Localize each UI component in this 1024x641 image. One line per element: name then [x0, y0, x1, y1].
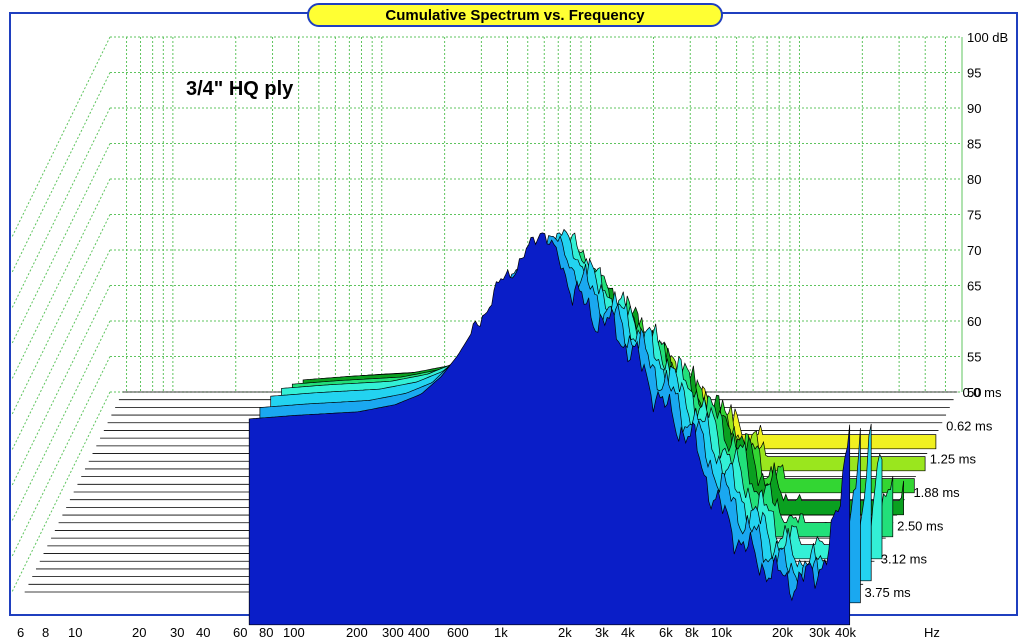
x-tick-label: 600: [447, 625, 469, 640]
y-tick-label: 65: [967, 279, 981, 294]
y-tick-label: 90: [967, 101, 981, 116]
chart-title-badge: Cumulative Spectrum vs. Frequency: [307, 3, 723, 27]
y-tick-label: 75: [967, 208, 981, 223]
time-tick-label: 0.0 ms: [962, 385, 1002, 400]
x-tick-label: 6k: [659, 625, 673, 640]
x-tick-label: 8: [42, 625, 49, 640]
x-tick-label: 20: [132, 625, 146, 640]
time-tick-label: 3.12 ms: [881, 552, 928, 567]
spectrum-slices: [248, 228, 937, 626]
x-tick-label: 80: [259, 625, 273, 640]
y-tick-label: 85: [967, 137, 981, 152]
x-tick-label: 60: [233, 625, 247, 640]
chart-window: 100 dB 95 90 85 80 75 70 65 60 55 50 0.0 ms 0.62 ms 1…: [0, 0, 1024, 641]
x-tick-label: 30: [170, 625, 184, 640]
time-tick-label: 0.62 ms: [946, 418, 993, 433]
x-tick-label: 8k: [685, 625, 699, 640]
time-tick-label: 1.88 ms: [913, 485, 960, 500]
x-tick-label: 10: [68, 625, 82, 640]
y-tick-label: 100 dB: [967, 30, 1008, 45]
y-tick-label: 80: [967, 172, 981, 187]
time-tick-label: 1.25 ms: [930, 452, 977, 467]
x-tick-label: 400: [408, 625, 430, 640]
time-tick-label: 3.75 ms: [864, 585, 911, 600]
x-tick-label: 30k: [809, 625, 830, 640]
x-tick-label: 100: [283, 625, 305, 640]
x-tick-label: 1k: [494, 625, 508, 640]
x-tick-label: 200: [346, 625, 368, 640]
time-tick-label: 2.50 ms: [897, 518, 944, 533]
x-tick-label: 20k: [772, 625, 793, 640]
x-tick-label: 4k: [621, 625, 635, 640]
x-tick-label: 3k: [595, 625, 609, 640]
y-tick-label: 60: [967, 314, 981, 329]
x-tick-label: 2k: [558, 625, 572, 640]
x-tick-label: 40: [196, 625, 210, 640]
x-tick-label: 40k: [835, 625, 856, 640]
y-tick-label: 55: [967, 350, 981, 365]
x-unit-label: Hz: [924, 625, 940, 640]
chart-title: Cumulative Spectrum vs. Frequency: [385, 6, 645, 24]
y-tick-label: 95: [967, 66, 981, 81]
waterfall-chart: 100 dB959085807570656055500.0 ms0.62 ms1…: [11, 30, 1008, 640]
x-tick-label: 10k: [711, 625, 732, 640]
x-tick-label: 300: [382, 625, 404, 640]
chart-annotation: 3/4" HQ ply: [186, 78, 294, 100]
y-tick-label: 70: [967, 243, 981, 258]
x-tick-label: 6: [17, 625, 24, 640]
